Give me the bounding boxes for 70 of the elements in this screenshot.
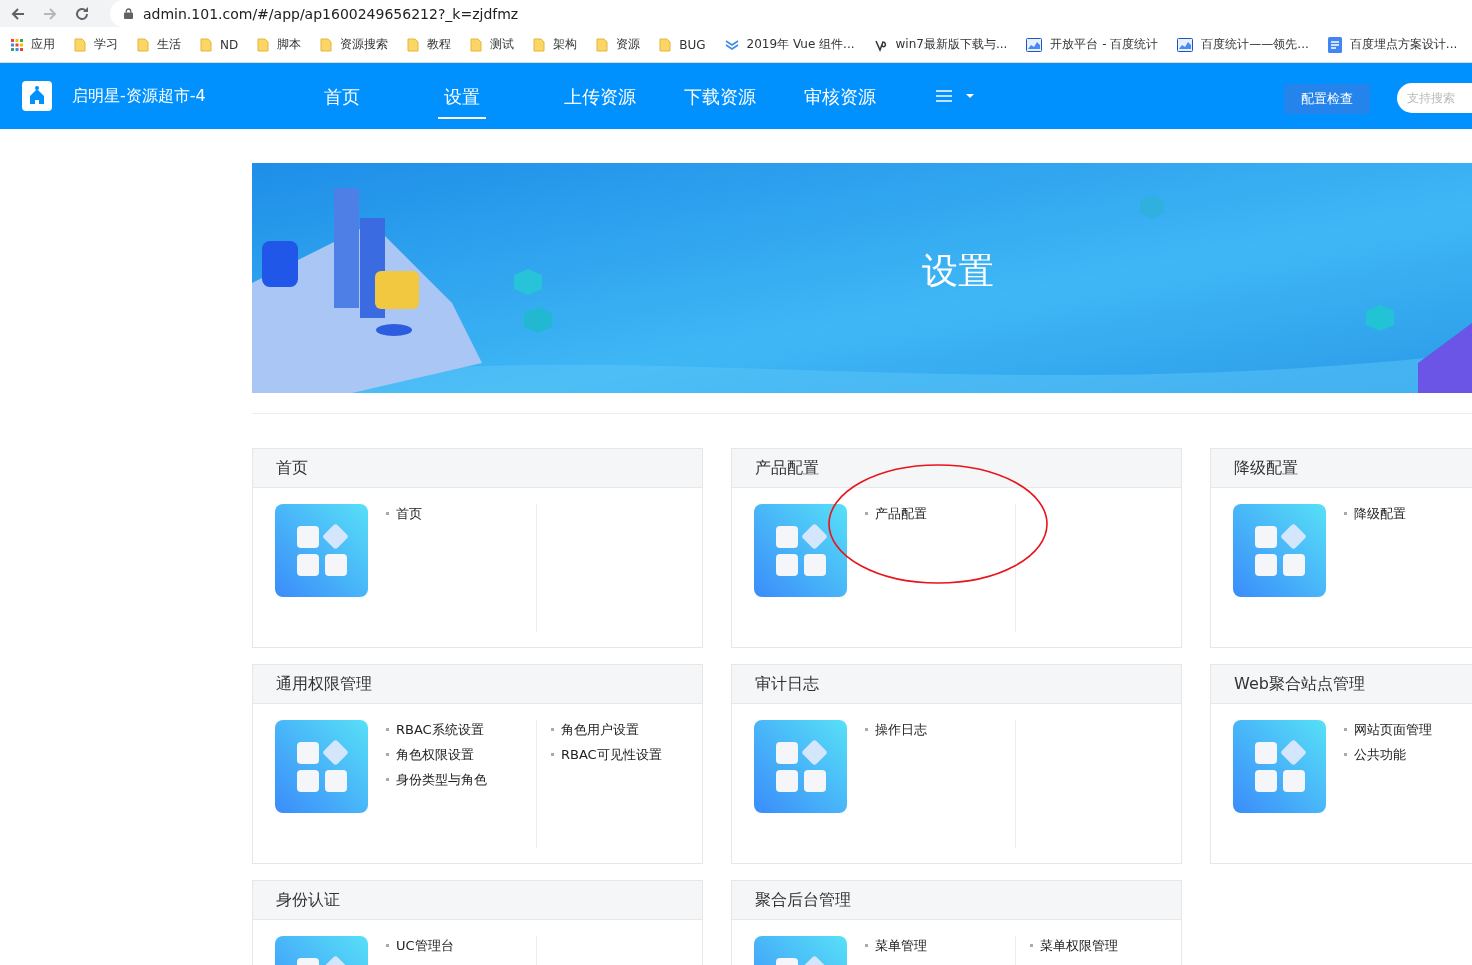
tiles-icon	[275, 504, 368, 597]
setting-link[interactable]: 网站页面管理	[1344, 720, 1472, 739]
bookmark-item[interactable]: 应用	[11, 36, 55, 53]
setting-link[interactable]: 操作日志	[865, 720, 1015, 739]
tiles-icon	[1233, 720, 1326, 813]
card-title: Web聚合站点管理	[1234, 673, 1365, 695]
tiles-icon	[754, 504, 847, 597]
setting-link[interactable]: RBAC可见性设置	[551, 745, 701, 764]
card-title: 聚合后台管理	[755, 889, 851, 911]
tiles-icon	[1233, 504, 1326, 597]
search-field[interactable]: 支持搜索	[1397, 83, 1472, 113]
bookmark-item[interactable]: 2019年 Vue 组件...	[724, 36, 855, 53]
apps-grid-icon	[11, 38, 23, 51]
banner-title: 设置	[922, 249, 994, 293]
card-title: 首页	[276, 457, 308, 479]
bookmark-item[interactable]: 教程	[407, 36, 452, 53]
bookmark-item[interactable]: win7最新版下载与...	[873, 36, 1008, 53]
setting-link[interactable]: 菜单管理	[865, 936, 1015, 955]
setting-link[interactable]: 公共功能	[1344, 745, 1472, 764]
setting-link[interactable]: UC管理台	[386, 936, 536, 955]
bookmark-item[interactable]: BUG	[659, 37, 706, 52]
bookmark-item[interactable]: 开放平台 - 百度统计	[1026, 36, 1159, 53]
address-bar[interactable]: admin.101.com/#/app/ap1600249656212?_k=zjdfmz	[110, 0, 1472, 27]
url-text: admin.101.com/#/app/ap1600249656212?_k=zjdfmz	[143, 5, 519, 22]
bookmark-item[interactable]: 百度统计——领先...	[1177, 36, 1309, 53]
bookmark-item[interactable]: 百度埋点方案设计...	[1327, 36, 1458, 53]
folder-icon	[320, 37, 333, 52]
card-title: 身份认证	[276, 889, 340, 911]
bookmark-item[interactable]: 资源	[596, 36, 641, 53]
setting-link[interactable]: 角色用户设置	[551, 720, 701, 739]
setting-link[interactable]: 首页	[386, 504, 536, 523]
card-title: 审计日志	[755, 673, 819, 695]
setting-link[interactable]: 产品配置	[865, 504, 1015, 523]
folder-icon	[257, 37, 270, 52]
folder-icon	[407, 37, 420, 52]
bookmark-item[interactable]: 架构	[533, 36, 578, 53]
folder-icon	[659, 37, 672, 52]
card-title: 降级配置	[1234, 457, 1298, 479]
menu-icon[interactable]	[936, 89, 976, 103]
logo-icon	[22, 81, 52, 111]
bookmark-item[interactable]: 资源搜索	[320, 36, 389, 53]
folder-icon	[596, 37, 609, 52]
back-icon[interactable]	[10, 5, 26, 22]
setting-link[interactable]: RBAC系统设置	[386, 720, 536, 739]
document-icon	[1327, 36, 1342, 53]
chart-icon	[1026, 37, 1043, 52]
reload-icon[interactable]	[74, 5, 90, 22]
setting-link[interactable]: 降级配置	[1344, 504, 1472, 523]
folder-icon	[74, 37, 86, 52]
bookmark-item[interactable]: 脚本	[257, 36, 302, 53]
folder-icon	[533, 37, 546, 52]
setting-link[interactable]: 菜单权限管理	[1030, 936, 1180, 955]
card-title: 通用权限管理	[276, 673, 372, 695]
setting-link[interactable]: 身份类型与角色	[386, 770, 536, 789]
folder-icon	[470, 37, 483, 52]
chevron-icon	[724, 38, 739, 51]
card-title: 产品配置	[755, 457, 819, 479]
tiles-icon	[754, 720, 847, 813]
tiles-icon	[275, 720, 368, 813]
folder-icon	[137, 37, 149, 52]
lock-icon	[124, 8, 133, 19]
bookmark-item[interactable]: 生活	[137, 36, 181, 53]
bookmark-item[interactable]: 学习	[74, 36, 118, 53]
app-title: 启明星-资源超市-4	[72, 85, 207, 107]
chart-icon	[1177, 37, 1194, 52]
setting-link[interactable]: 角色权限设置	[386, 745, 536, 764]
folder-icon	[200, 37, 212, 52]
config-check-button[interactable]: 配置检查	[1284, 84, 1370, 114]
bookmark-item[interactable]: 测试	[470, 36, 515, 53]
bookmark-item[interactable]: ND	[200, 37, 239, 52]
